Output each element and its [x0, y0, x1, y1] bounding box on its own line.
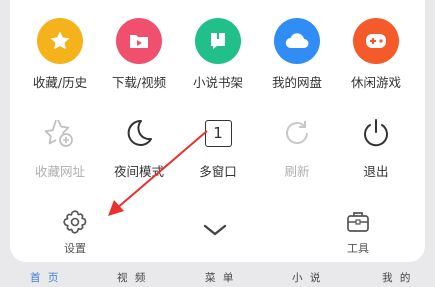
nav-menu[interactable]: 菜 单: [205, 270, 235, 285]
bottom-nav: 首 页 视 频 菜 单 小 说 我 的: [0, 268, 435, 287]
annotation-arrow: [108, 130, 208, 216]
menu-panel: 收藏/历史 下载/视频 小说书架 我的网盘 休闲游戏 收藏网址 夜间模式 1 多…: [10, 0, 425, 262]
nav-me[interactable]: 我 的: [382, 270, 412, 285]
nav-novel[interactable]: 小 说: [292, 270, 322, 285]
nav-home[interactable]: 首 页: [30, 270, 60, 285]
nav-video[interactable]: 视 频: [117, 270, 147, 285]
